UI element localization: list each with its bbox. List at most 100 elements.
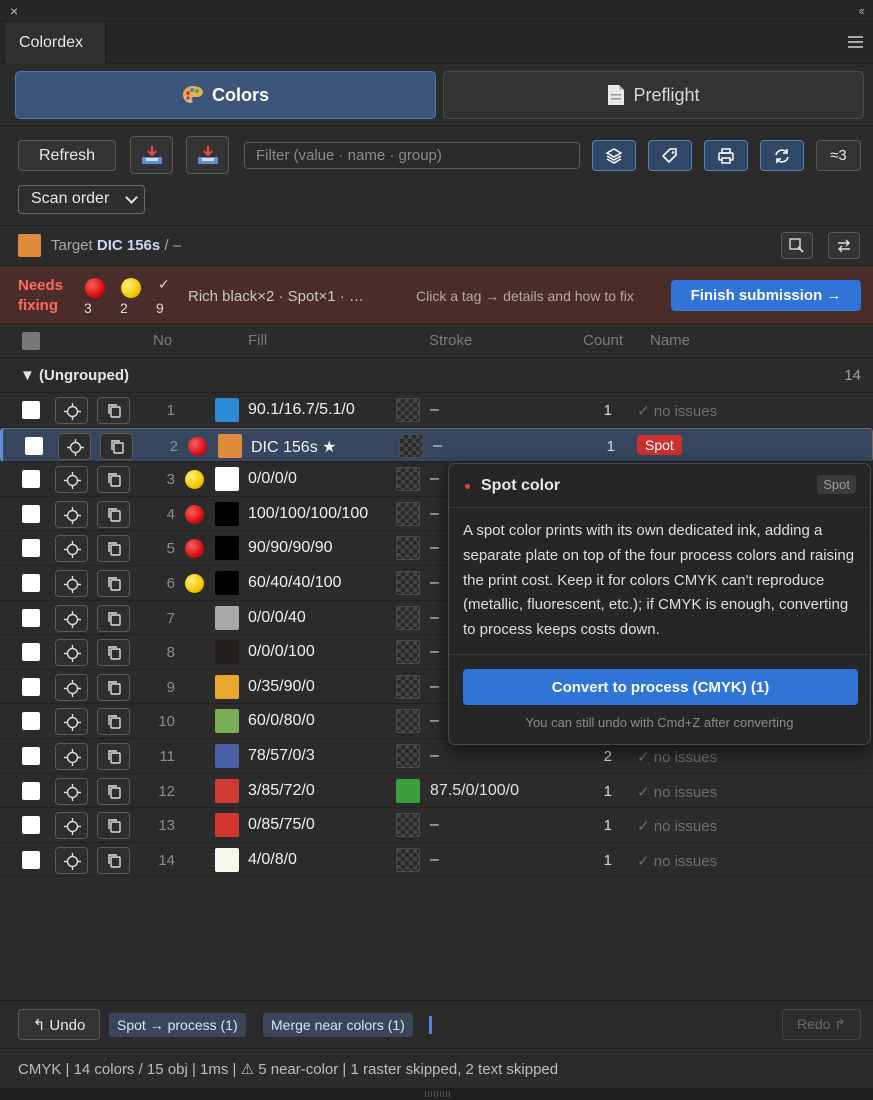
locate-button[interactable] [55, 673, 88, 701]
preflight-mode-button[interactable]: Preflight [443, 71, 864, 119]
column-name[interactable]: Name [650, 332, 690, 349]
duplicate-button[interactable] [100, 432, 133, 460]
no-stroke-swatch[interactable] [396, 813, 420, 838]
row-checkbox[interactable] [22, 470, 40, 489]
duplicate-button[interactable] [97, 743, 130, 770]
sync-button[interactable] [760, 140, 804, 171]
row-checkbox[interactable] [22, 747, 40, 765]
duplicate-button[interactable] [97, 708, 130, 736]
error-dot-icon[interactable] [185, 539, 204, 559]
no-stroke-swatch[interactable] [396, 398, 420, 422]
layers-button[interactable] [592, 140, 636, 171]
duplicate-button[interactable] [97, 535, 130, 563]
column-count[interactable]: Count [583, 332, 623, 349]
error-dot-icon[interactable] [188, 436, 207, 456]
locate-button[interactable] [55, 846, 88, 874]
no-stroke-swatch[interactable] [396, 709, 420, 734]
column-stroke[interactable]: Stroke [429, 332, 472, 349]
duplicate-button[interactable] [97, 604, 130, 632]
no-stroke-swatch[interactable] [399, 433, 423, 458]
history-chip-merge-near[interactable]: Merge near colors (1) [263, 1013, 413, 1037]
select-all-checkbox[interactable] [22, 332, 40, 350]
no-stroke-swatch[interactable] [396, 744, 420, 768]
row-checkbox[interactable] [22, 401, 40, 419]
fill-swatch[interactable] [215, 605, 239, 630]
finish-submission-button[interactable]: Finish submission → [671, 280, 861, 311]
issues-summary[interactable]: Rich black×2 · Spot×1 · … [188, 288, 364, 305]
scan-order-select[interactable]: Scan order [18, 185, 145, 214]
no-stroke-swatch[interactable] [396, 571, 420, 595]
fill-swatch[interactable] [215, 536, 239, 561]
locate-button[interactable] [55, 708, 88, 736]
row-checkbox[interactable] [22, 504, 40, 523]
table-row[interactable]: 13 0/85/75/0 – 1 ✓ no issues [0, 808, 873, 843]
row-checkbox[interactable] [25, 436, 43, 455]
table-row[interactable]: 12 3/85/72/0 87.5/0/100/0 1 ✓ no issues [0, 774, 873, 809]
duplicate-button[interactable] [97, 777, 130, 805]
row-checkbox[interactable] [22, 850, 40, 869]
locate-button[interactable] [55, 500, 88, 528]
warning-dot-icon[interactable] [185, 574, 204, 593]
row-checkbox[interactable] [22, 539, 40, 558]
fill-swatch[interactable] [215, 467, 239, 492]
duplicate-button[interactable] [97, 639, 130, 667]
duplicate-button[interactable] [97, 397, 130, 424]
fill-swatch[interactable] [215, 640, 239, 665]
locate-button[interactable] [55, 812, 88, 840]
no-stroke-swatch[interactable] [396, 605, 420, 630]
spot-tag[interactable]: Spot [637, 434, 682, 455]
table-row[interactable]: 2 DIC 156s ★ – 1 Spot [0, 427, 873, 463]
filter-input[interactable] [244, 142, 580, 169]
export-button[interactable] [186, 136, 229, 174]
undo-button[interactable]: ↰ Undo [18, 1009, 100, 1040]
fill-swatch[interactable] [215, 674, 239, 699]
locate-button[interactable] [55, 397, 88, 424]
column-no[interactable]: No [153, 332, 172, 349]
locate-button[interactable] [55, 466, 88, 494]
fill-swatch[interactable] [215, 501, 239, 526]
fill-swatch[interactable] [215, 778, 239, 803]
locate-button[interactable] [55, 604, 88, 632]
near-color-button[interactable]: ≈3 [816, 140, 861, 171]
no-stroke-swatch[interactable] [396, 501, 420, 526]
convert-to-process-button[interactable]: Convert to process (CMYK) (1) [463, 669, 858, 705]
fill-swatch[interactable] [215, 709, 239, 734]
duplicate-button[interactable] [97, 673, 130, 701]
column-fill[interactable]: Fill [248, 332, 267, 349]
import-button[interactable] [130, 136, 173, 174]
fill-swatch[interactable] [218, 433, 242, 458]
row-checkbox[interactable] [22, 677, 40, 696]
swap-target-button[interactable] [828, 232, 860, 259]
collapse-panel-icon[interactable]: ‹‹ [858, 3, 865, 18]
fill-swatch[interactable] [215, 813, 239, 838]
duplicate-button[interactable] [97, 570, 130, 597]
locate-button[interactable] [55, 639, 88, 667]
locate-button[interactable] [58, 432, 91, 460]
error-dot-icon[interactable] [185, 504, 204, 524]
fill-swatch[interactable] [215, 398, 239, 422]
no-stroke-swatch[interactable] [396, 536, 420, 561]
row-checkbox[interactable] [22, 816, 40, 835]
tag-button[interactable] [648, 140, 692, 171]
locate-button[interactable] [55, 743, 88, 770]
zoom-target-button[interactable] [781, 232, 813, 259]
row-checkbox[interactable] [22, 781, 40, 800]
no-stroke-swatch[interactable] [396, 674, 420, 699]
locate-button[interactable] [55, 777, 88, 805]
warning-dot-icon[interactable] [185, 470, 204, 490]
locate-button[interactable] [55, 570, 88, 597]
table-row[interactable]: 14 4/0/8/0 – 1 ✓ no issues [0, 843, 873, 878]
duplicate-button[interactable] [97, 812, 130, 840]
no-stroke-swatch[interactable] [396, 640, 420, 665]
print-button[interactable] [704, 140, 748, 171]
duplicate-button[interactable] [97, 500, 130, 528]
row-checkbox[interactable] [22, 643, 40, 662]
resize-grip[interactable] [0, 1088, 873, 1100]
fill-swatch[interactable] [215, 571, 239, 595]
fill-swatch[interactable] [215, 847, 239, 872]
table-row[interactable]: 1 90.1/16.7/5.1/0 – 1 ✓ no issues [0, 393, 873, 428]
refresh-button[interactable]: Refresh [18, 140, 116, 171]
tab-colordex[interactable]: Colordex [6, 22, 106, 64]
row-checkbox[interactable] [22, 574, 40, 592]
duplicate-button[interactable] [97, 846, 130, 874]
